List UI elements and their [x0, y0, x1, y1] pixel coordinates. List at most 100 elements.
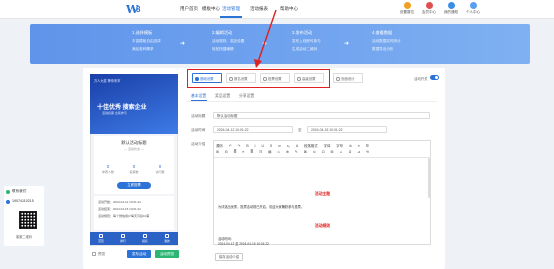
step-desc: 生成活动二维码	[292, 47, 318, 51]
toolbar-button[interactable]: ≣	[250, 150, 253, 154]
template-tab-label: 页面设计	[341, 77, 355, 81]
editor-scrollbar[interactable]	[428, 158, 430, 198]
contact-phone: 19074110215	[12, 199, 34, 203]
toolbar-button[interactable]: ⊡	[322, 150, 325, 154]
publish-button[interactable]: 发布活动	[127, 250, 151, 258]
toolbar-button[interactable]: I	[255, 144, 256, 148]
phone-tab-home[interactable]: 首页	[90, 234, 112, 243]
nav-reports[interactable]: 活动报表	[250, 6, 268, 12]
nav-activity-manage[interactable]: 活动管理	[222, 6, 240, 12]
toolbar-button[interactable]: ⊞	[216, 150, 219, 154]
start-time-input[interactable]: 2024-04-12 10:01:22	[213, 126, 293, 133]
preview-checkbox[interactable]: 预览	[92, 252, 105, 257]
toolbar-button[interactable]: ✎	[295, 150, 298, 154]
preview-button[interactable]: 活动预览	[155, 250, 179, 258]
toolbar-button[interactable]: ☺	[339, 150, 342, 154]
step-desc: 轻松快捷编辑	[212, 47, 234, 51]
phone-activity-name: 默认活动标题	[121, 140, 147, 145]
logo[interactable]: W 8	[126, 4, 154, 15]
save-intro-button[interactable]: 保存活动介绍	[215, 253, 243, 261]
toolbar-button[interactable]: x₂	[287, 144, 290, 148]
toolbar-button[interactable]: Ω	[349, 150, 352, 154]
logo-number: 8	[136, 5, 141, 14]
template-tab-advanced[interactable]: 高级设置	[294, 73, 324, 83]
toolbar-button[interactable]: ≡	[242, 150, 244, 154]
template-tab-label: 报名设置	[234, 77, 248, 81]
bell-icon	[447, 2, 455, 9]
nav-icon-label: 会员中心	[421, 10, 437, 14]
title-input[interactable]: 默认活动标题	[213, 112, 430, 119]
stat-value: 0	[158, 164, 162, 169]
activity-toggle[interactable]	[430, 75, 439, 80]
template-tab-signup[interactable]: 报名设置	[226, 73, 256, 83]
end-time-input[interactable]: 2024-04-15 10:01:22	[307, 126, 387, 133]
nav-icon-user[interactable]: 个人中心	[462, 2, 484, 15]
steps-banner: 1.选择模板 丰富模板自由选择 满足各种需求 ➜ 2.编辑活动 活动规则、奖品设…	[30, 24, 530, 64]
toolbar-button[interactable]: ☰	[366, 144, 369, 148]
nav-icon-notify[interactable]: 我的通知	[440, 2, 462, 15]
nav-icon-booth[interactable]: 设置展位	[396, 2, 418, 15]
toolbar-button[interactable]: ⊟	[225, 150, 228, 154]
phone-tab-rank[interactable]: 排行	[112, 234, 134, 243]
arrow-right-icon: ➜	[262, 41, 268, 47]
editor-toolbar-row-1: 源码 ↶ ↷ B I U S x² x₂ A 段落格式 字体 字号 ⊘ ≡ ☰	[216, 143, 374, 150]
checkbox-label: 预览	[98, 252, 106, 256]
radio-icon	[297, 77, 301, 81]
phone-stat: 0 投票数	[121, 164, 147, 174]
template-tab-design[interactable]: 页面设计	[333, 73, 363, 83]
toolbar-button[interactable]: ⊿	[357, 150, 360, 154]
template-tab-label: 投票设置	[268, 77, 282, 81]
phone-hero-title: 十佳优秀 搜索企业	[97, 105, 147, 111]
toolbar-button[interactable]: ≡	[358, 144, 360, 148]
toolbar-button[interactable]: ⊞	[331, 150, 334, 154]
nav-icon-label: 设置展位	[399, 10, 415, 14]
stat-value: 0	[132, 164, 136, 169]
rich-text-editor[interactable]: 源码 ↶ ↷ B I U S x² x₂ A 段落格式 字体 字号 ⊘ ≡ ☰ …	[213, 140, 431, 246]
nav-help[interactable]: 帮助中心	[280, 6, 298, 12]
nav-icon-vip[interactable]: 会员中心	[418, 2, 440, 15]
editor-heading: 活动主题	[314, 192, 331, 196]
radio-icon	[195, 77, 199, 81]
toolbar-button[interactable]: ⟲	[366, 150, 369, 154]
toolbar-button[interactable]: ↷	[238, 144, 241, 148]
toolbar-button[interactable]: ⊕	[286, 150, 289, 154]
toolbar-button[interactable]: S	[270, 144, 272, 148]
toolbar-button[interactable]: 源码	[216, 143, 223, 148]
vip-icon	[425, 2, 433, 9]
radio-icon	[229, 77, 233, 81]
toolbar-button[interactable]: ⊘	[349, 144, 352, 148]
nav-home[interactable]: 用户首页	[180, 6, 198, 12]
toolbar-button[interactable]: ⌘	[304, 150, 307, 154]
subtab-basic[interactable]: 基本设置	[191, 94, 206, 99]
phone-tab-mine[interactable]: 我的	[156, 234, 178, 243]
toolbar-button[interactable]: ▤	[268, 150, 271, 154]
phone-stat: 0 访问量	[147, 164, 173, 174]
top-navbar: W 8 用户首页 模板中心 活动管理 活动报表 帮助中心 设置展位 会员中心 我…	[0, 0, 554, 19]
template-tab-basic[interactable]: 基础设置	[192, 73, 222, 83]
phone-tab-signup[interactable]: 报名	[134, 234, 156, 243]
toolbar-button[interactable]: ☷	[259, 150, 262, 154]
phone-vote-button[interactable]: 立即投票	[117, 182, 151, 189]
content-label: 活动介绍	[191, 142, 206, 146]
editor-paragraph: 2024-04-12 至 2024-04-15 10:01:22	[218, 242, 269, 246]
toolbar-button[interactable]: ⎌	[277, 150, 280, 154]
toolbar-button[interactable]: ⊙	[313, 150, 316, 154]
nav-templates[interactable]: 模板中心	[202, 6, 220, 12]
toolbar-button[interactable]: x²	[278, 144, 281, 148]
toolbar-button[interactable]: ↶	[229, 144, 232, 148]
toolbar-button[interactable]: B	[246, 144, 248, 148]
toolbar-button[interactable]: U	[261, 144, 263, 148]
subtab-share[interactable]: 分享设置	[239, 94, 254, 99]
toolbar-button[interactable]: A	[296, 144, 298, 148]
template-tab-vote[interactable]: 投票设置	[260, 73, 290, 83]
stat-label: 参赛人数	[101, 170, 114, 174]
subtab-prize[interactable]: 奖品设置	[215, 94, 230, 99]
toolbar-button[interactable]: ≣	[234, 150, 237, 154]
qr-caption: 客服二维码	[16, 235, 32, 239]
toolbar-button[interactable]: 字号	[336, 143, 343, 148]
chat-icon	[6, 190, 10, 194]
phone-header: 万人大奖 等你来拿	[94, 79, 121, 83]
toolbar-button[interactable]: 段落格式	[304, 143, 318, 148]
contact-title[interactable]: 联系我们	[12, 189, 26, 194]
toolbar-button[interactable]: 字体	[324, 143, 331, 148]
